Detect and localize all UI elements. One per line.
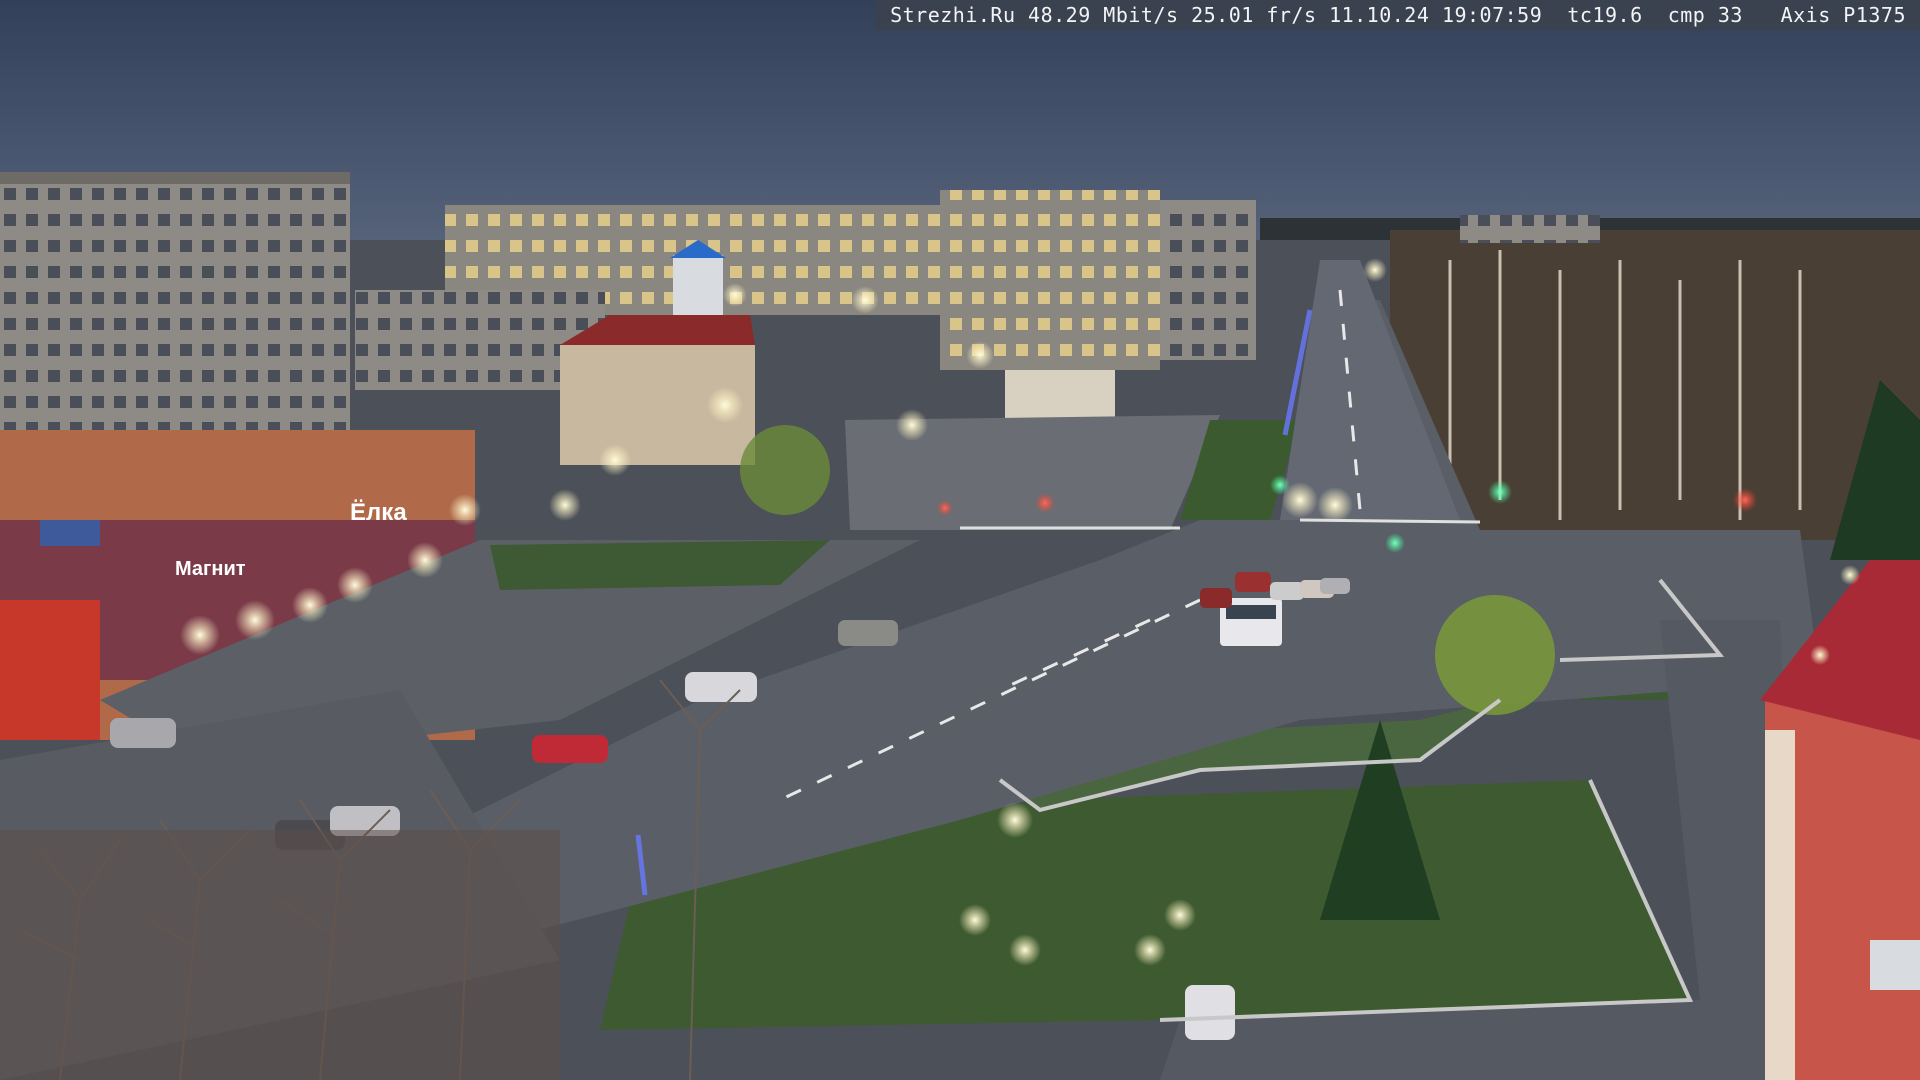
apartment-block-center-right <box>1160 200 1256 360</box>
camera-view: Ёлка Магнит Strezhi.Ru 48.29 Mbit/s 25.0… <box>0 0 1920 1080</box>
lawn-left <box>490 540 830 590</box>
apartment-block-distant <box>1460 215 1600 243</box>
birch-tree-right <box>1435 595 1555 715</box>
framerate: 25.01 fr/s <box>1191 3 1317 27</box>
cmp-value: cmp 33 <box>1667 3 1743 27</box>
car-3 <box>838 620 898 646</box>
store-sign-1: Ёлка <box>350 499 407 526</box>
birch-tree-center <box>740 425 830 515</box>
date: 11.10.24 <box>1329 3 1430 27</box>
car-4 <box>110 718 176 748</box>
camera-info-overlay: Strezhi.Ru 48.29 Mbit/s 25.01 fr/s 11.10… <box>876 0 1920 30</box>
kiosk-building <box>1005 370 1115 420</box>
forest-right <box>1390 230 1920 540</box>
street-scene: Ёлка Магнит <box>0 0 1920 1080</box>
camera-model: Axis P1375 <box>1780 3 1906 27</box>
time: 19:07:59 <box>1441 3 1543 27</box>
car-1 <box>685 672 757 702</box>
site-name: Strezhi.Ru <box>890 3 1016 27</box>
blue-roof-tower <box>673 255 723 315</box>
car-7 <box>1185 985 1235 1040</box>
tc-value: tc19.6 <box>1567 3 1643 27</box>
store-sign-2: Магнит <box>175 558 246 580</box>
car-2 <box>532 735 608 763</box>
bitrate: 48.29 Mbit/s <box>1028 3 1179 27</box>
bare-tree-canopy-left <box>0 830 560 1080</box>
